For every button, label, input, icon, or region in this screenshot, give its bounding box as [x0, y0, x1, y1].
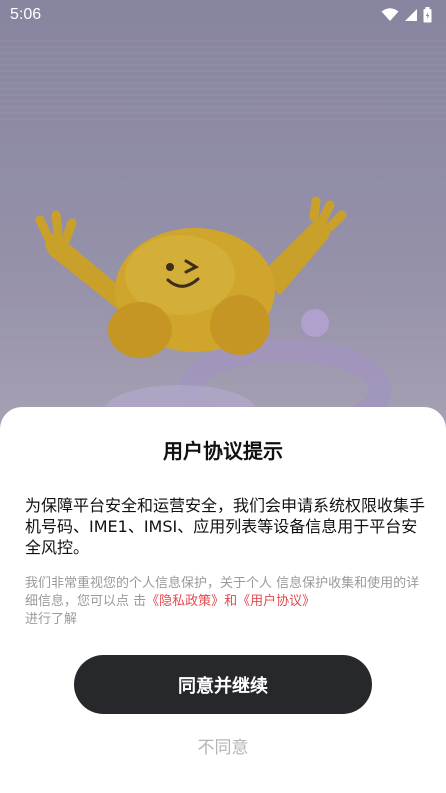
privacy-note: 我们非常重视您的个人信息保护，关于个人 信息保护收集和使用的详细信息，您可以点 … [25, 575, 423, 629]
privacy-note-and: 和 [224, 594, 238, 609]
status-icons [381, 7, 432, 23]
user-agreement-link[interactable]: 《用户协议》 [237, 594, 315, 609]
cellular-signal-icon [405, 9, 417, 21]
privacy-policy-link[interactable]: 《隐私政策》 [146, 594, 224, 609]
battery-icon [423, 7, 432, 23]
status-bar: 5:06 [0, 0, 446, 30]
wifi-icon [381, 8, 399, 21]
dialog-body: 为保障平台安全和运营安全，我们会申请系统权限收集手机号码、IME1、IMSI、应… [25, 496, 426, 557]
agree-continue-button[interactable]: 同意并继续 [74, 655, 372, 714]
disagree-button[interactable]: 不同意 [173, 733, 273, 758]
dialog-title: 用户协议提示 [163, 439, 283, 463]
status-time: 5:06 [10, 6, 42, 23]
user-agreement-dialog: 用户协议提示 为保障平台安全和运营安全，我们会申请系统权限收集手机号码、IME1… [0, 407, 446, 793]
privacy-note-suffix: 进行了解 [25, 612, 78, 627]
